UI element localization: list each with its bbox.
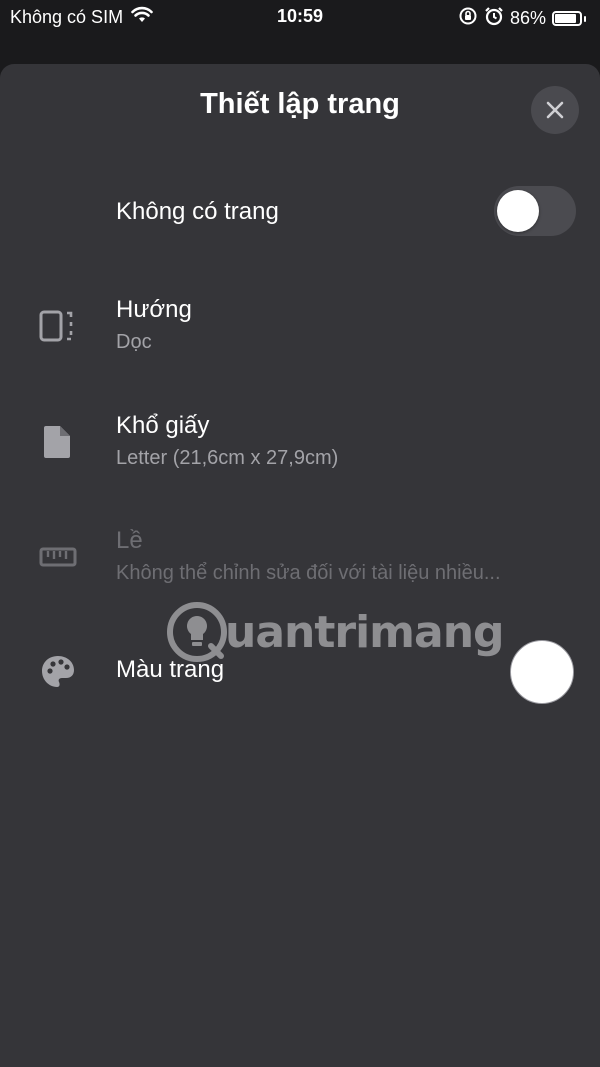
battery-percent: 86% <box>509 8 546 28</box>
page-color-label: Màu trang <box>116 656 225 683</box>
toggle-knob <box>497 190 539 232</box>
battery-tip <box>584 15 586 22</box>
margins-label: Lề <box>116 527 143 554</box>
orientation-icon <box>38 306 78 346</box>
alarm-icon <box>484 6 504 31</box>
palette-icon <box>38 652 78 692</box>
close-icon <box>546 101 564 119</box>
close-button[interactable] <box>531 86 579 134</box>
page-setup-sheet: Thiết lập trang Không có trang Hướng Dọc <box>0 64 600 1067</box>
no-page-label: Không có trang <box>116 198 279 225</box>
paper-size-row[interactable]: Khổ giấy Letter (21,6cm x 27,9cm) <box>0 402 600 482</box>
orientation-value: Dọc <box>116 331 152 353</box>
battery-icon <box>552 11 582 26</box>
battery-level <box>555 14 576 23</box>
status-bar: Không có SIM 10:59 86% <box>0 0 600 34</box>
paper-size-value: Letter (21,6cm x 27,9cm) <box>116 447 339 469</box>
margins-row: Lề Không thể chỉnh sửa đối với tài liệu … <box>0 517 600 597</box>
orientation-row[interactable]: Hướng Dọc <box>0 286 600 366</box>
page-color-swatch[interactable] <box>510 640 574 704</box>
status-right: 86% <box>458 6 586 31</box>
orientation-label: Hướng <box>116 296 192 323</box>
paper-size-label: Khổ giấy <box>116 412 210 439</box>
margins-value: Không thể chỉnh sửa đối với tài liệu nhi… <box>116 562 501 584</box>
ruler-icon <box>38 537 78 577</box>
document-icon <box>38 422 78 462</box>
orientation-lock-icon <box>458 6 478 31</box>
no-page-toggle[interactable] <box>494 186 576 236</box>
sheet-title: Thiết lập trang <box>200 88 400 120</box>
